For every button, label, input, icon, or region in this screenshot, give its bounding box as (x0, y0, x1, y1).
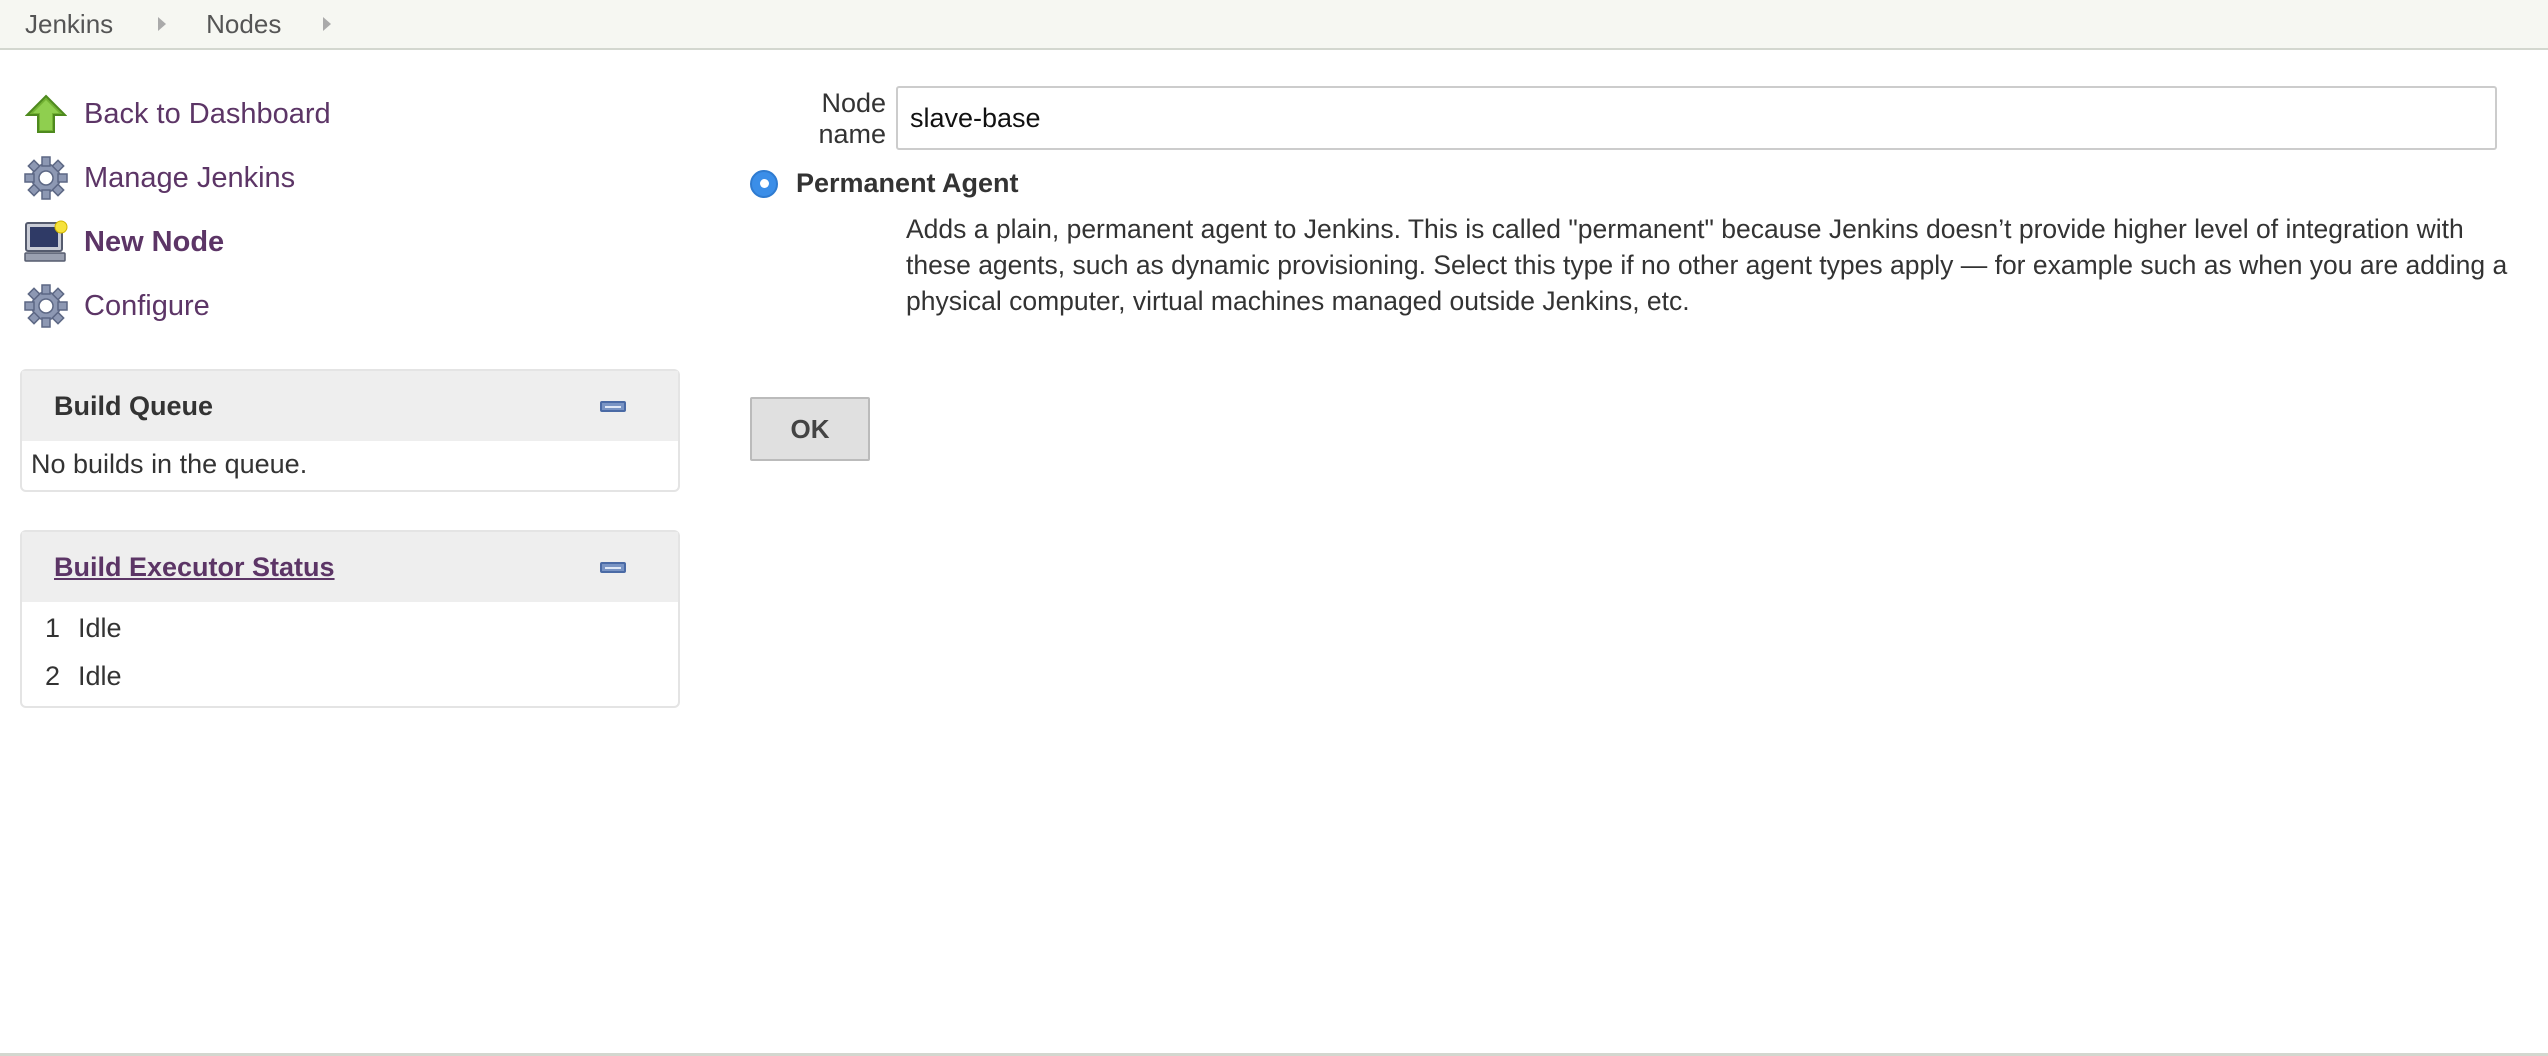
breadcrumb-item-jenkins[interactable]: Jenkins (0, 9, 113, 40)
breadcrumb-chevron-icon[interactable] (158, 17, 167, 31)
configure-link[interactable]: Configure (84, 290, 210, 323)
agent-type-option[interactable]: Permanent Agent (750, 168, 2510, 199)
task-back-to-dashboard[interactable]: Back to Dashboard (22, 82, 682, 146)
radio-selected-dot (759, 179, 769, 188)
manage-jenkins-link[interactable]: Manage Jenkins (84, 162, 295, 195)
gear-icon (22, 282, 70, 330)
executor-row: 2 Idle (22, 652, 678, 700)
executor-number: 1 (44, 612, 60, 643)
executor-list: 1 Idle 2 Idle (22, 602, 678, 706)
new-node-form: Node name Permanent Agent Adds a plain, … (750, 86, 2510, 461)
breadcrumb-chevron-icon[interactable] (323, 17, 332, 31)
executor-status: Idle (78, 612, 122, 643)
computer-new-icon (22, 218, 70, 266)
node-name-input[interactable] (896, 86, 2497, 150)
task-new-node[interactable]: New Node (22, 210, 682, 274)
executor-status: Idle (78, 660, 122, 691)
build-queue-header: Build Queue (22, 371, 678, 441)
node-name-row: Node name (750, 86, 2510, 150)
side-panel-tasks: Back to Dashboard Manage Jenkins New Nod… (22, 82, 682, 338)
gear-icon (22, 154, 70, 202)
executor-row: 1 Idle (22, 604, 678, 652)
executor-status-pane: Build Executor Status 1 Idle 2 Idle (20, 530, 680, 708)
collapse-icon[interactable] (600, 400, 626, 412)
build-queue-pane: Build Queue No builds in the queue. (20, 369, 680, 492)
collapse-icon[interactable] (600, 561, 626, 573)
build-queue-empty-text: No builds in the queue. (31, 449, 308, 479)
agent-type-radio[interactable] (750, 169, 778, 198)
breadcrumb: Jenkins Nodes (0, 0, 2548, 50)
node-name-label: Node name (818, 88, 886, 149)
build-queue-title: Build Queue (54, 390, 214, 421)
agent-type-description: Adds a plain, permanent agent to Jenkins… (906, 214, 2508, 316)
task-configure[interactable]: Configure (22, 274, 682, 338)
executor-status-title-link[interactable]: Build Executor Status (54, 552, 335, 583)
up-arrow-icon (22, 90, 70, 138)
ok-button[interactable]: OK (750, 397, 870, 461)
back-to-dashboard-link[interactable]: Back to Dashboard (84, 98, 331, 131)
breadcrumb-item-nodes[interactable]: Nodes (166, 9, 281, 40)
task-manage-jenkins[interactable]: Manage Jenkins (22, 146, 682, 210)
agent-type-label[interactable]: Permanent Agent (796, 168, 1019, 199)
new-node-link[interactable]: New Node (84, 226, 224, 259)
executor-status-header: Build Executor Status (22, 532, 678, 602)
executor-number: 2 (44, 660, 60, 691)
